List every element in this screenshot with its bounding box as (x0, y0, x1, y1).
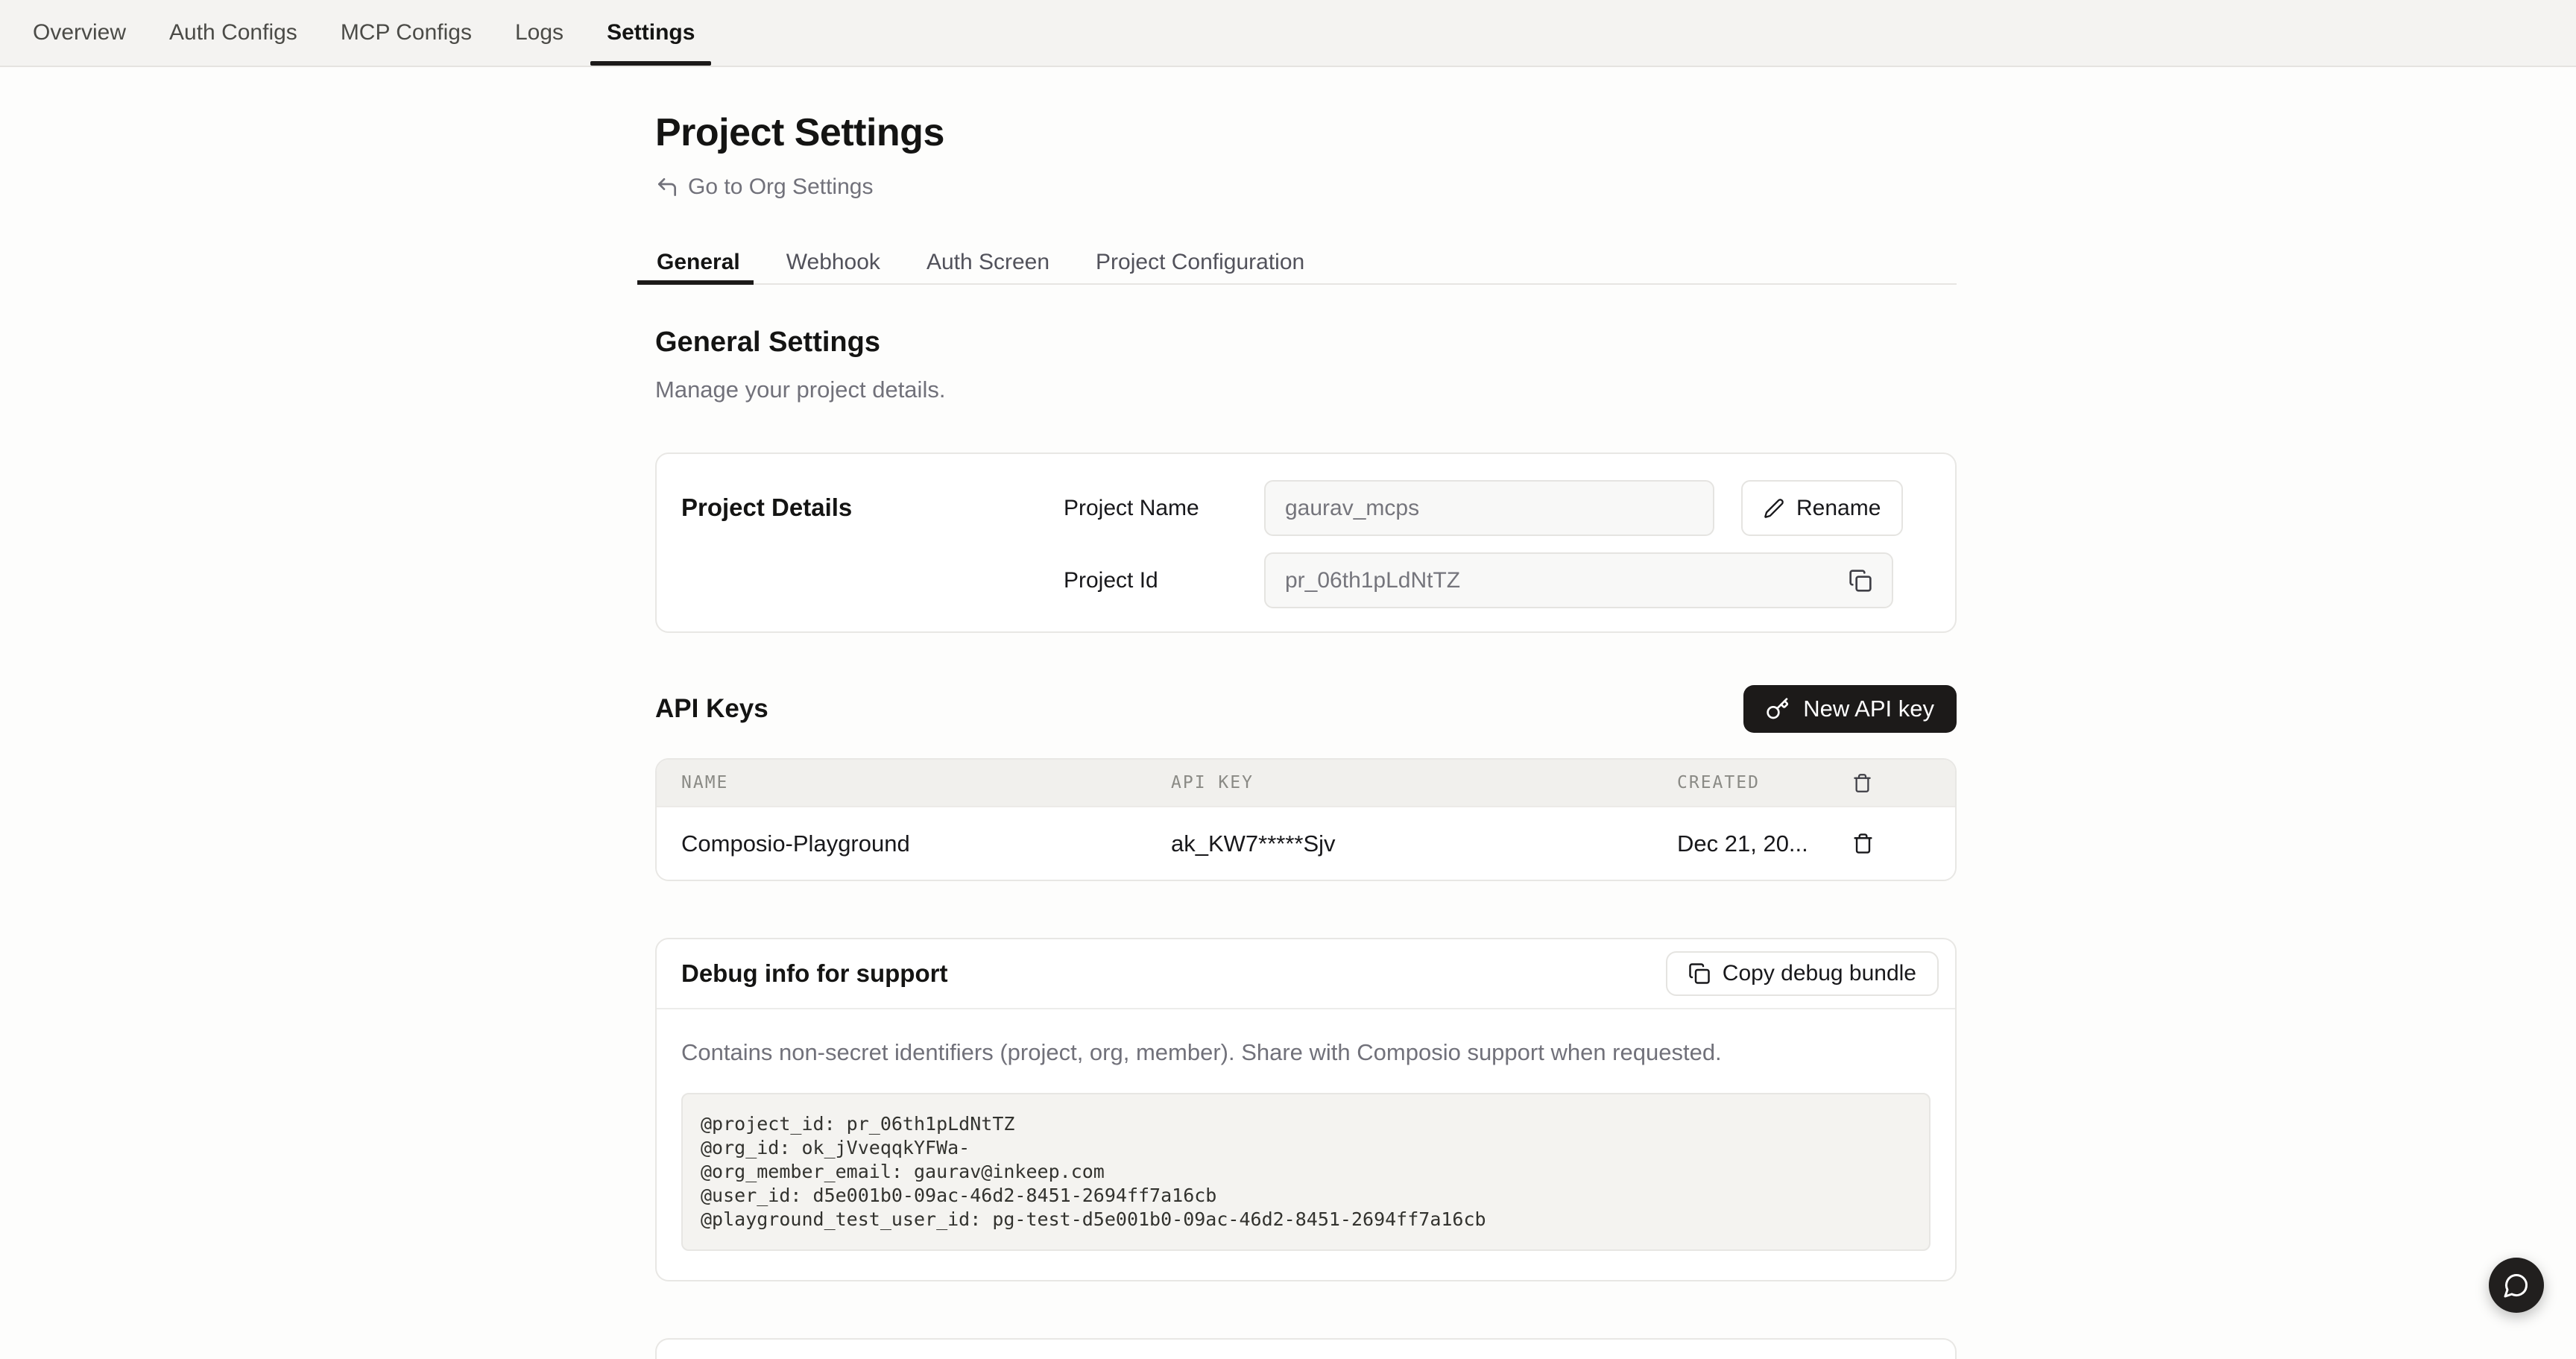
rename-button[interactable]: Rename (1741, 480, 1903, 536)
nav-item-overview[interactable]: Overview (33, 0, 126, 66)
debug-description: Contains non-secret identifiers (project… (681, 1039, 1931, 1066)
corner-up-left-icon (655, 175, 679, 199)
next-section-card (655, 1338, 1957, 1359)
pencil-icon (1764, 498, 1784, 519)
api-key-name: Composio-Playground (657, 830, 1171, 857)
general-settings-header: General Settings Manage your project det… (655, 327, 1957, 403)
trash-icon (1852, 773, 1955, 793)
project-details-title: Project Details (681, 480, 1064, 608)
section-subtitle: Manage your project details. (655, 376, 1957, 403)
section-title: General Settings (655, 327, 1957, 359)
trash-icon (1852, 833, 1874, 854)
rename-label: Rename (1796, 496, 1881, 521)
copy-icon (1849, 569, 1872, 593)
settings-tabs: General Webhook Auth Screen Project Conf… (655, 242, 1957, 285)
tab-general[interactable]: General (655, 242, 742, 283)
project-id-row: Project Id pr_06th1pLdNtTZ (1064, 552, 1931, 608)
top-nav: Overview Auth Configs MCP Configs Logs S… (0, 0, 2576, 67)
col-header-name: NAME (657, 773, 1171, 792)
copy-icon (1688, 962, 1711, 985)
project-id-label: Project Id (1064, 568, 1264, 593)
chat-widget-button[interactable] (2489, 1258, 2544, 1313)
col-header-api-key: API KEY (1171, 773, 1677, 792)
key-icon (1766, 697, 1790, 721)
nav-item-mcp-configs[interactable]: MCP Configs (341, 0, 472, 66)
debug-code-block: @project_id: pr_06th1pLdNtTZ@org_id: ok_… (681, 1093, 1931, 1251)
copy-debug-bundle-label: Copy debug bundle (1723, 961, 1916, 986)
api-keys-table: NAME API KEY CREATED Composio-Playground… (655, 758, 1957, 881)
project-name-input[interactable] (1264, 480, 1714, 536)
tab-webhook[interactable]: Webhook (785, 242, 882, 283)
tab-auth-screen[interactable]: Auth Screen (925, 242, 1051, 283)
back-link-label: Go to Org Settings (688, 174, 873, 200)
tab-project-configuration[interactable]: Project Configuration (1094, 242, 1306, 283)
api-key-row: Composio-Playground ak_KW7*****Sjv Dec 2… (657, 806, 1955, 880)
api-key-value: ak_KW7*****Sjv (1171, 830, 1677, 857)
debug-card-title: Debug info for support (681, 959, 947, 988)
go-to-org-settings-link[interactable]: Go to Org Settings (655, 174, 873, 200)
project-id-field: pr_06th1pLdNtTZ (1264, 552, 1893, 608)
page-title: Project Settings (655, 110, 1957, 155)
nav-item-auth-configs[interactable]: Auth Configs (169, 0, 297, 66)
project-name-label: Project Name (1064, 496, 1264, 521)
api-keys-header: API Keys New API key (655, 685, 1957, 733)
copy-project-id-button[interactable] (1849, 569, 1872, 593)
project-name-row: Project Name Rename (1064, 480, 1931, 536)
table-header-row: NAME API KEY CREATED (657, 760, 1955, 806)
copy-debug-bundle-button[interactable]: Copy debug bundle (1666, 951, 1939, 996)
main-content: Project Settings Go to Org Settings Gene… (655, 67, 1957, 1359)
delete-api-key-button[interactable] (1852, 833, 1874, 854)
nav-item-settings[interactable]: Settings (607, 0, 695, 66)
debug-info-card: Debug info for support Copy debug bundle… (655, 938, 1957, 1281)
new-api-key-button[interactable]: New API key (1743, 685, 1957, 733)
nav-item-logs[interactable]: Logs (515, 0, 564, 66)
api-key-created: Dec 21, 20... (1677, 830, 1852, 857)
api-keys-title: API Keys (655, 694, 768, 724)
col-header-created: CREATED (1677, 773, 1852, 792)
new-api-key-label: New API key (1803, 696, 1934, 722)
project-id-value: pr_06th1pLdNtTZ (1285, 568, 1460, 593)
col-header-delete (1852, 773, 1955, 793)
project-details-card: Project Details Project Name Rename Proj… (655, 453, 1957, 633)
message-circle-icon (2503, 1272, 2530, 1299)
